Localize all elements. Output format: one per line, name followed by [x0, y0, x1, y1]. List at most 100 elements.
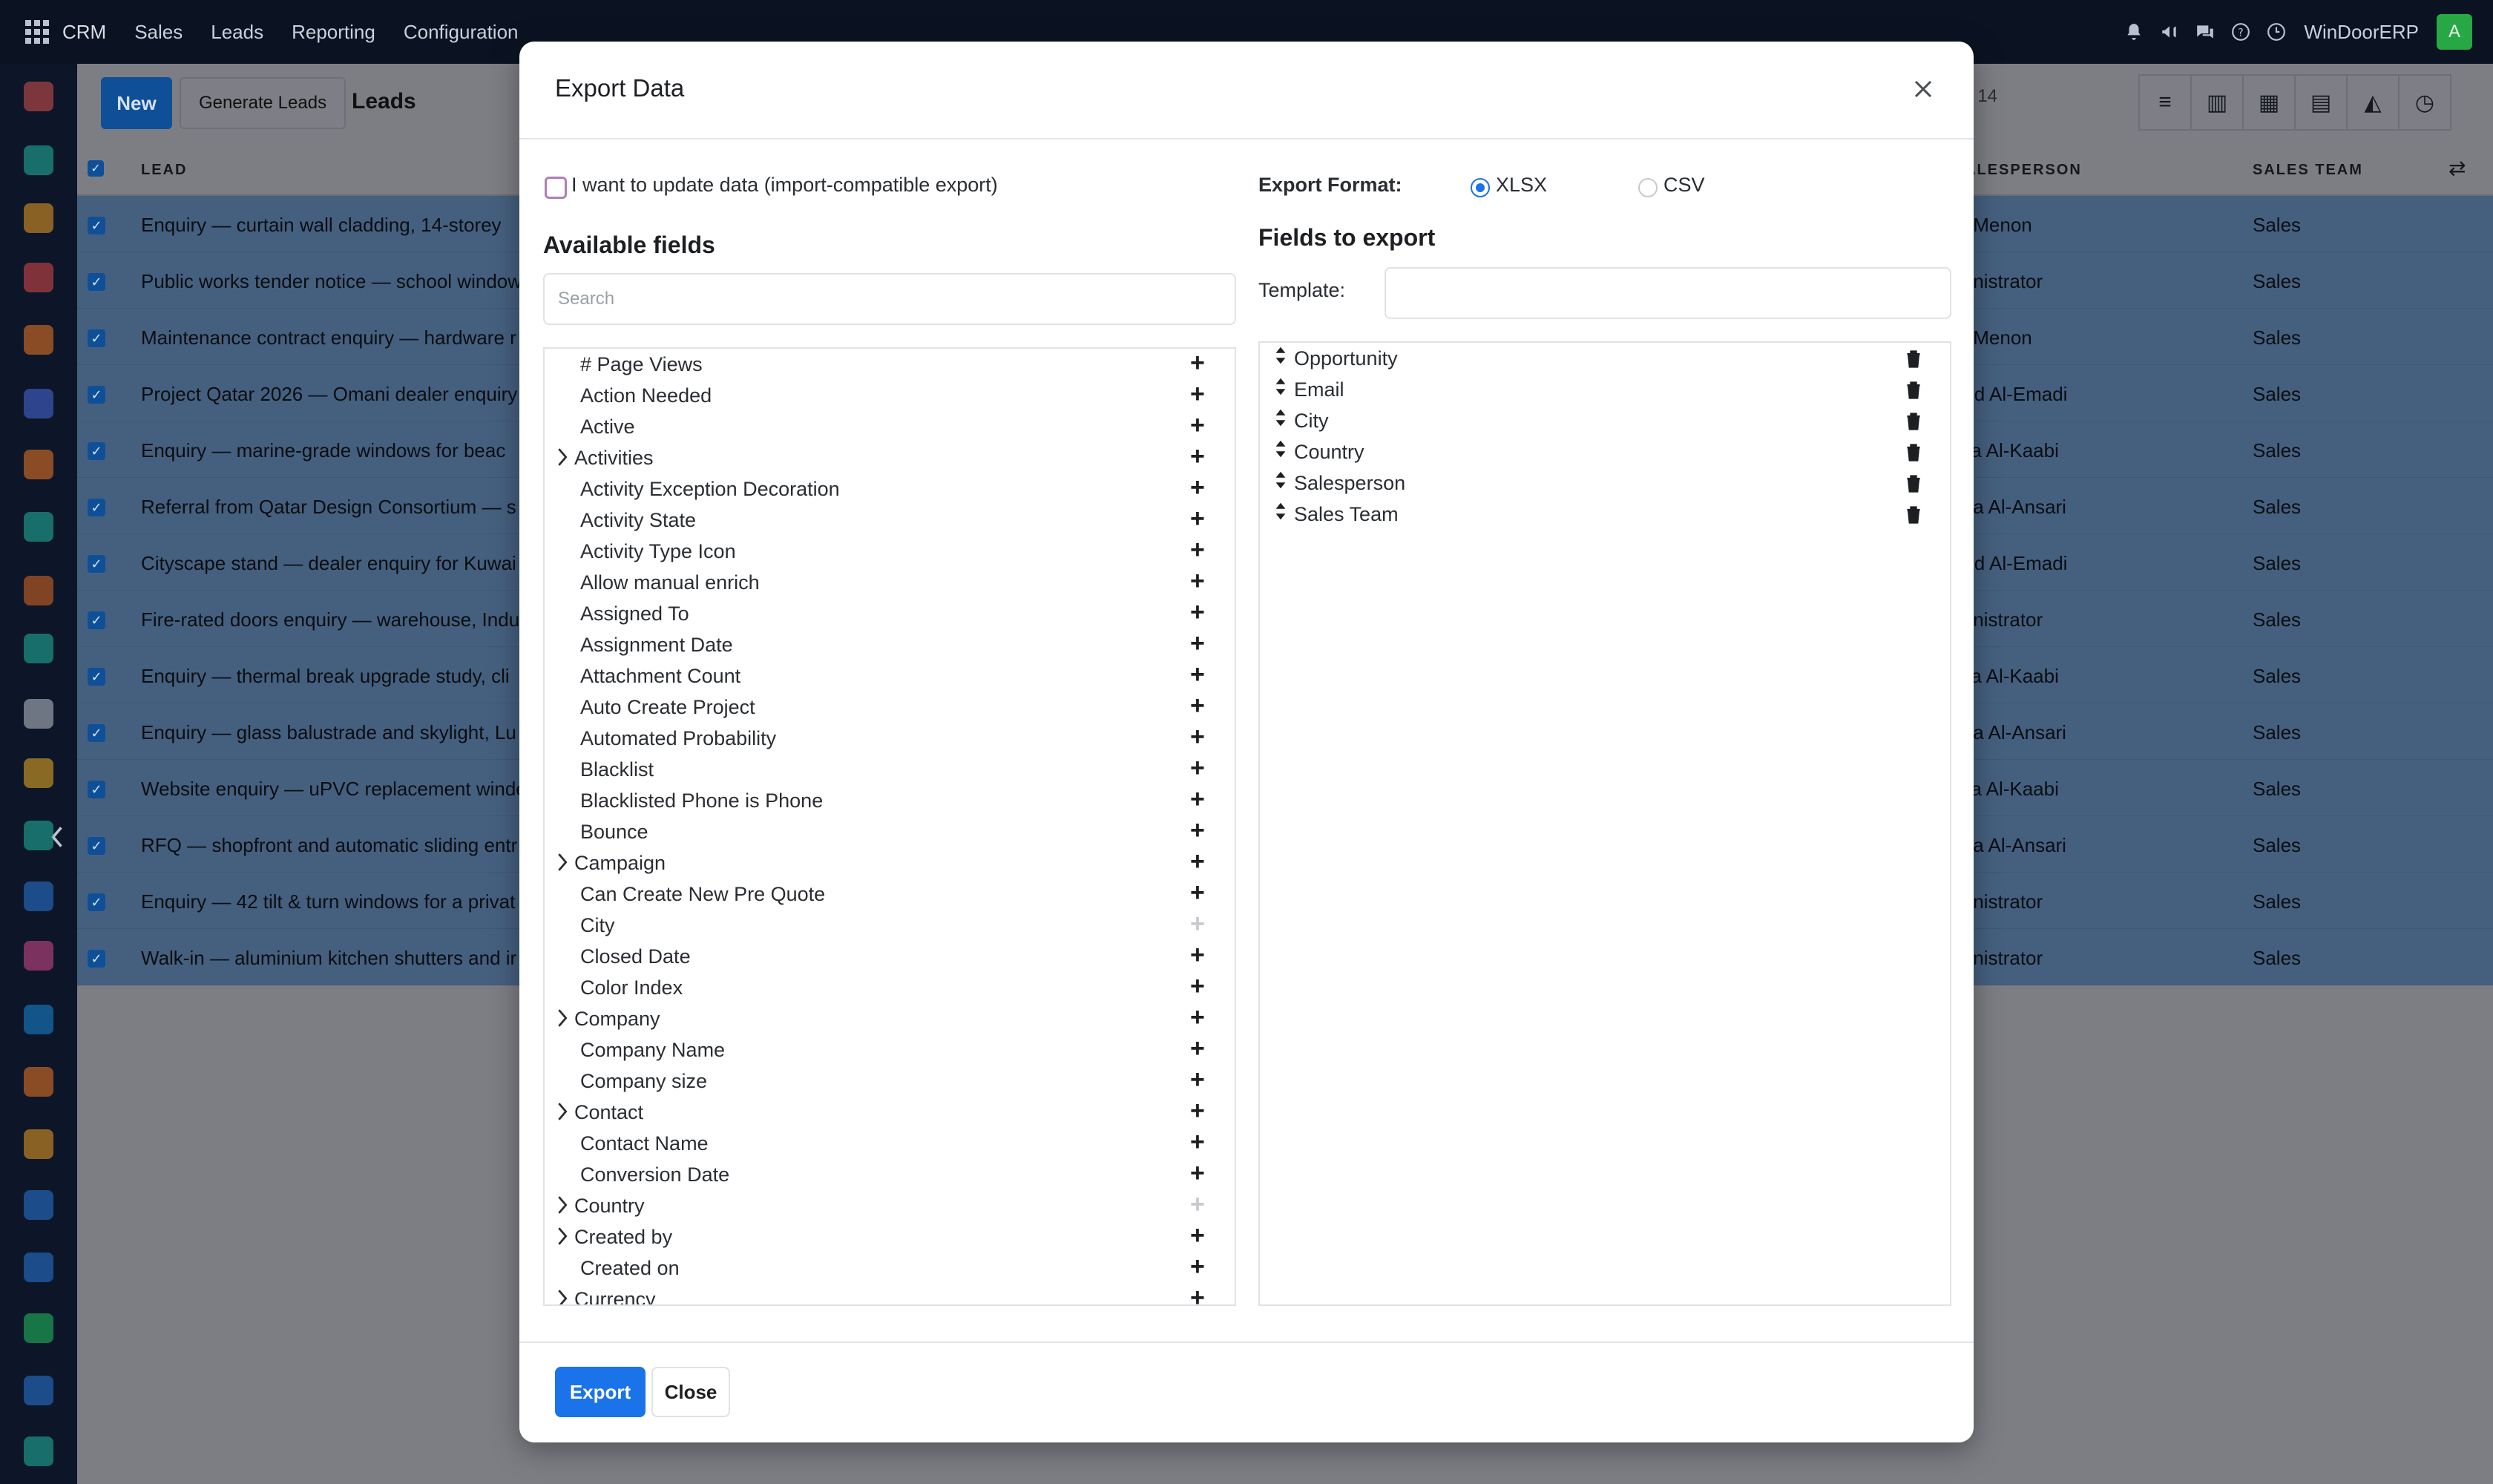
rail-app-17-icon[interactable] — [24, 1067, 53, 1097]
chevron-right-icon[interactable] — [556, 852, 568, 878]
csv-radio[interactable] — [1638, 178, 1658, 197]
available-field-item[interactable]: Activity Exception Decoration + — [545, 473, 1235, 505]
add-field-icon[interactable]: + — [1190, 350, 1205, 375]
rail-app-7-icon[interactable] — [24, 450, 53, 479]
add-field-icon[interactable]: + — [1190, 600, 1205, 625]
rail-app-16-icon[interactable] — [24, 1005, 53, 1034]
available-field-item[interactable]: Can Create New Pre Quote + — [545, 879, 1235, 910]
add-field-icon[interactable]: + — [1190, 1005, 1205, 1030]
add-field-icon[interactable]: + — [1190, 537, 1205, 562]
add-field-icon[interactable]: + — [1190, 413, 1205, 438]
rail-app-20-icon[interactable] — [24, 1252, 53, 1282]
add-field-icon[interactable]: + — [1190, 849, 1205, 874]
available-field-item[interactable]: Company + — [545, 1003, 1235, 1034]
add-field-icon[interactable]: + — [1190, 381, 1205, 407]
drag-handle-icon[interactable] — [1275, 470, 1287, 494]
drag-handle-icon[interactable] — [1275, 502, 1287, 525]
menu-reporting[interactable]: Reporting — [292, 21, 375, 44]
drag-handle-icon[interactable] — [1275, 408, 1287, 432]
available-field-item[interactable]: City + — [545, 910, 1235, 941]
chevron-right-icon[interactable] — [556, 1226, 568, 1252]
column-sales-team[interactable]: SALES TEAM — [2253, 162, 2363, 179]
rail-app-18-icon[interactable] — [24, 1129, 53, 1159]
rail-app-10-icon[interactable] — [24, 634, 53, 663]
rail-app-8-icon[interactable] — [24, 512, 53, 542]
available-field-item[interactable]: Contact + — [545, 1097, 1235, 1128]
close-button[interactable]: Close — [651, 1367, 730, 1417]
drag-handle-icon[interactable] — [1275, 377, 1287, 401]
available-field-item[interactable]: Active + — [545, 411, 1235, 442]
add-field-icon[interactable]: + — [1190, 1129, 1205, 1155]
chevron-right-icon[interactable] — [556, 1008, 568, 1034]
available-field-item[interactable]: Contact Name + — [545, 1128, 1235, 1159]
csv-label[interactable]: CSV — [1663, 174, 1705, 197]
row-checkbox[interactable]: ✓ — [88, 781, 105, 798]
rail-app-21-icon[interactable] — [24, 1313, 53, 1343]
field-search-input[interactable]: Search — [543, 273, 1236, 325]
available-field-item[interactable]: Currency + — [545, 1284, 1235, 1304]
available-field-item[interactable]: Color Index + — [545, 972, 1235, 1003]
available-field-item[interactable]: Auto Create Project + — [545, 692, 1235, 723]
add-field-icon[interactable]: + — [1190, 942, 1205, 968]
add-field-icon[interactable]: + — [1190, 693, 1205, 718]
add-field-icon[interactable]: + — [1190, 1223, 1205, 1248]
add-field-icon[interactable]: + — [1190, 880, 1205, 905]
export-field-item[interactable]: Sales Team — [1260, 499, 1950, 530]
add-field-icon[interactable]: + — [1190, 1254, 1205, 1279]
add-field-icon[interactable]: + — [1190, 1067, 1205, 1092]
trash-icon[interactable] — [1905, 413, 1922, 430]
available-field-item[interactable]: Company size + — [545, 1066, 1235, 1097]
megaphone-icon[interactable] — [2158, 21, 2181, 43]
add-field-icon[interactable]: + — [1190, 724, 1205, 749]
xlsx-radio[interactable] — [1471, 178, 1490, 197]
add-field-icon[interactable]: + — [1190, 662, 1205, 687]
available-field-item[interactable]: Created by + — [545, 1221, 1235, 1252]
clock-icon[interactable] — [2265, 21, 2287, 43]
chevron-right-icon[interactable] — [556, 1101, 568, 1127]
row-checkbox[interactable]: ✓ — [88, 499, 105, 516]
close-icon[interactable] — [1907, 73, 1939, 105]
row-checkbox[interactable]: ✓ — [88, 217, 105, 234]
available-field-item[interactable]: Activities + — [545, 442, 1235, 473]
template-select[interactable] — [1385, 267, 1951, 319]
rail-app-11-icon[interactable] — [24, 699, 53, 729]
trash-icon[interactable] — [1905, 475, 1922, 493]
rail-app-22-icon[interactable] — [24, 1376, 53, 1405]
menu-sales[interactable]: Sales — [134, 21, 183, 44]
add-field-icon[interactable]: + — [1190, 911, 1205, 936]
row-checkbox[interactable]: ✓ — [88, 386, 105, 404]
available-field-item[interactable]: Closed Date + — [545, 941, 1235, 972]
add-field-icon[interactable]: + — [1190, 475, 1205, 500]
app-name[interactable]: CRM — [62, 21, 106, 44]
import-compatible-checkbox[interactable] — [545, 177, 567, 199]
apps-menu-icon[interactable] — [25, 20, 49, 44]
import-compatible-label[interactable]: I want to update data (import-compatible… — [571, 174, 998, 197]
add-field-icon[interactable]: + — [1190, 974, 1205, 999]
export-field-item[interactable]: Email — [1260, 374, 1950, 405]
export-field-item[interactable]: Country — [1260, 436, 1950, 467]
rail-app-5-icon[interactable] — [24, 325, 53, 355]
rail-app-4-icon[interactable] — [24, 263, 53, 292]
available-field-item[interactable]: Automated Probability + — [545, 723, 1235, 754]
rail-app-15-icon[interactable] — [24, 941, 53, 971]
rail-app-2-icon[interactable] — [24, 145, 53, 175]
select-all-checkbox[interactable]: ✓ — [88, 160, 104, 177]
rail-app-12-icon[interactable] — [24, 758, 53, 788]
rail-app-6-icon[interactable] — [24, 389, 53, 418]
add-field-icon[interactable]: + — [1190, 1160, 1205, 1186]
rail-app-9-icon[interactable] — [24, 576, 53, 605]
activity-view-icon[interactable]: ◷ — [2398, 74, 2451, 131]
add-field-icon[interactable]: + — [1190, 444, 1205, 469]
row-checkbox[interactable]: ✓ — [88, 893, 105, 911]
add-field-icon[interactable]: + — [1190, 787, 1205, 812]
trash-icon[interactable] — [1905, 350, 1922, 368]
graph-view-icon[interactable]: ◭ — [2346, 74, 2400, 131]
kanban-view-icon[interactable]: ▥ — [2190, 74, 2244, 131]
chevron-right-icon[interactable] — [556, 447, 568, 473]
optional-columns-icon[interactable]: ⇄ — [2448, 156, 2466, 180]
column-lead[interactable]: LEAD — [141, 162, 187, 179]
available-field-item[interactable]: Action Needed + — [545, 380, 1235, 411]
list-view-icon[interactable]: ≡ — [2138, 74, 2192, 131]
available-field-item[interactable]: Activity State + — [545, 505, 1235, 536]
add-field-icon[interactable]: + — [1190, 1098, 1205, 1123]
